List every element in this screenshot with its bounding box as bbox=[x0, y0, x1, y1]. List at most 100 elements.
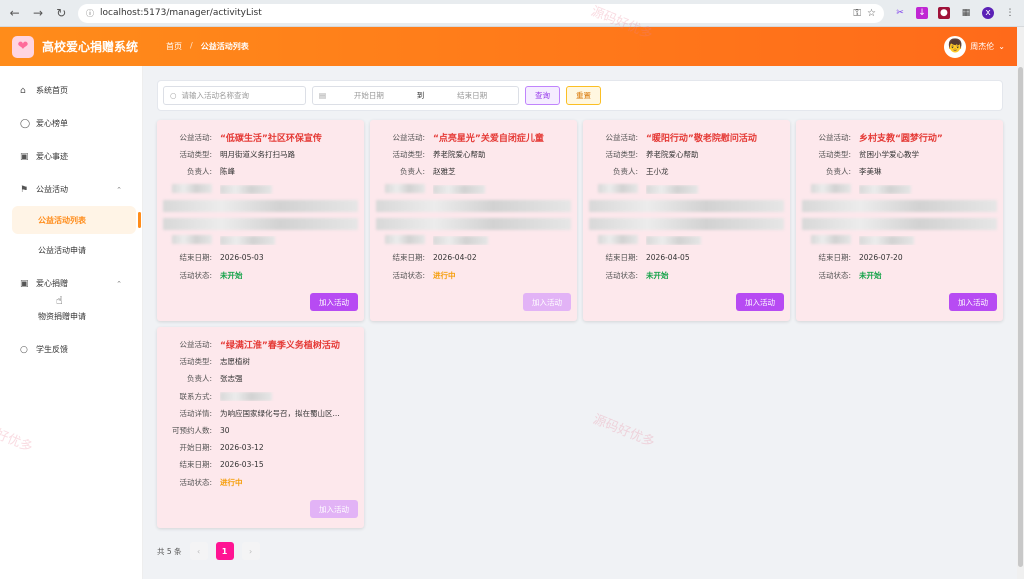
activity-detail: 为响应国家绿化号召，拟在蜀山区... bbox=[220, 408, 340, 418]
blurred-region bbox=[220, 236, 275, 246]
blurred-region bbox=[859, 184, 911, 194]
blurred-region bbox=[220, 391, 272, 401]
start-date-input[interactable]: 开始日期 bbox=[329, 90, 409, 101]
calendar-icon: ▤ bbox=[319, 91, 327, 100]
user-menu[interactable]: 👦 周杰伦 ⌄ bbox=[944, 35, 1005, 58]
site-info-icon[interactable]: ⓘ bbox=[86, 8, 94, 19]
sidebar-item-label: 学生反馈 bbox=[36, 345, 68, 354]
avatar[interactable]: 👦 bbox=[944, 35, 967, 58]
blurred-region bbox=[589, 200, 784, 213]
breadcrumb-current: 公益活动列表 bbox=[200, 42, 249, 51]
sidebar-item-label: 公益活动列表 bbox=[38, 215, 86, 225]
download-extension-icon[interactable]: ↓ bbox=[915, 7, 928, 19]
page-number-button[interactable]: 1 bbox=[215, 542, 234, 560]
activity-leader: 陈峰 bbox=[220, 167, 235, 177]
prev-page-button[interactable]: ‹ bbox=[189, 542, 208, 560]
blurred-region bbox=[589, 217, 784, 230]
flag-icon: ⚑ bbox=[20, 184, 29, 195]
user-name[interactable]: 周杰伦 bbox=[970, 41, 994, 52]
sidebar: ⌂ 系统首页 ◯ 爱心榜单 ▣ 爱心事迹 ⚑ 公益活动 ⌃ 公益活动列表 公益活动申请 ▣… bbox=[0, 66, 143, 579]
activity-end-date: 2026-04-05 bbox=[646, 253, 690, 263]
more-menu-icon[interactable]: ⋮ bbox=[1004, 7, 1016, 19]
activity-end-date: 2026-03-15 bbox=[220, 460, 264, 470]
end-date-input[interactable]: 结束日期 bbox=[432, 90, 512, 101]
blurred-region bbox=[163, 217, 358, 230]
field-label: 公益活动: bbox=[605, 133, 638, 143]
chat-icon: ○ bbox=[20, 344, 28, 355]
field-label: 可预约人数: bbox=[171, 426, 212, 436]
blurred-region bbox=[802, 217, 997, 230]
field-label: 活动类型: bbox=[392, 150, 425, 160]
page-scrollbar[interactable] bbox=[1017, 27, 1024, 579]
field-label: 活动类型: bbox=[605, 150, 638, 160]
field-label: 联系方式: bbox=[179, 391, 212, 401]
search-icon: ○ bbox=[170, 91, 177, 100]
query-button[interactable]: 查询 bbox=[525, 86, 560, 105]
field-label: 结束日期: bbox=[179, 460, 212, 470]
field-label: 活动详情: bbox=[179, 408, 212, 418]
sidebar-item-activity-list[interactable]: 公益活动列表 bbox=[12, 206, 141, 234]
date-range-picker[interactable]: ▤ 开始日期 到 结束日期 bbox=[312, 86, 519, 105]
sidebar-item-activity[interactable]: ⚑ 公益活动 ⌃ bbox=[0, 173, 142, 206]
blurred-label bbox=[163, 183, 220, 195]
field-label: 活动类型: bbox=[818, 150, 851, 160]
sidebar-item-home[interactable]: ⌂ 系统首页 bbox=[0, 74, 142, 107]
scrollbar-thumb[interactable] bbox=[1018, 67, 1023, 567]
sidebar-item-label: 爱心榜单 bbox=[36, 119, 68, 128]
sidebar-item-label: 公益活动 bbox=[36, 185, 68, 194]
field-label: 活动状态: bbox=[818, 270, 851, 280]
sidebar-item-stories[interactable]: ▣ 爱心事迹 bbox=[0, 140, 142, 173]
join-activity-button[interactable]: 加入活动 bbox=[523, 293, 571, 311]
reload-icon[interactable]: ↻ bbox=[55, 6, 68, 20]
join-activity-button[interactable]: 加入活动 bbox=[310, 293, 358, 311]
field-label: 活动状态: bbox=[392, 270, 425, 280]
activity-capacity: 30 bbox=[220, 426, 230, 436]
search-input[interactable]: ○ 请输入活动名称查询 bbox=[163, 86, 306, 105]
back-icon[interactable]: ← bbox=[8, 6, 21, 20]
field-label: 活动状态: bbox=[179, 477, 212, 487]
status-badge: 进行中 bbox=[220, 477, 243, 487]
reset-button[interactable]: 重置 bbox=[566, 86, 601, 105]
search-placeholder: 请输入活动名称查询 bbox=[181, 91, 250, 100]
next-page-button[interactable]: › bbox=[241, 542, 260, 560]
blurred-label bbox=[802, 183, 859, 195]
blurred-region bbox=[646, 184, 698, 194]
status-badge: 未开始 bbox=[646, 270, 669, 280]
key-icon[interactable]: ⚿ bbox=[853, 8, 861, 19]
hand-cursor-icon: ☝ bbox=[56, 294, 63, 307]
blurred-region bbox=[376, 200, 571, 213]
sidebar-item-activity-apply[interactable]: 公益活动申请 bbox=[0, 234, 142, 267]
total-count: 共 5 条 bbox=[157, 546, 182, 556]
box-icon: ▣ bbox=[20, 151, 29, 162]
status-badge: 未开始 bbox=[220, 270, 243, 280]
activity-leader: 王小龙 bbox=[646, 167, 669, 177]
blurred-region bbox=[433, 236, 488, 246]
chevron-down-icon[interactable]: ⌄ bbox=[998, 42, 1005, 51]
puzzle-extension-icon[interactable]: ▦ bbox=[960, 7, 972, 19]
chevron-up-icon: ⌃ bbox=[116, 279, 122, 288]
bookmark-star-icon[interactable]: ☆ bbox=[867, 8, 876, 19]
activity-leader: 张志强 bbox=[220, 374, 243, 384]
activity-end-date: 2026-04-02 bbox=[433, 253, 477, 263]
field-label: 结束日期: bbox=[605, 253, 638, 263]
activity-end-date: 2026-07-20 bbox=[859, 253, 903, 263]
sidebar-item-feedback[interactable]: ○ 学生反馈 bbox=[0, 333, 142, 366]
sidebar-item-goods-apply[interactable]: 物资捐赠申请 bbox=[0, 300, 142, 333]
activity-card: 公益活动: “点亮星光”关爱自闭症儿童 活动类型: 养老院爱心帮助 负责人: 赵雅芝 … bbox=[370, 120, 577, 321]
chevron-up-icon: ⌃ bbox=[116, 185, 122, 194]
house-icon: ⌂ bbox=[20, 85, 26, 96]
profile-extension-icon[interactable]: ● bbox=[937, 7, 950, 19]
sidebar-item-donation[interactable]: ▣ 爱心捐赠 ⌃ bbox=[0, 267, 142, 300]
breadcrumb-home[interactable]: 首页 bbox=[166, 41, 182, 52]
activity-leader: 李美琳 bbox=[859, 167, 882, 177]
activity-name: “暖阳行动”敬老院慰问活动 bbox=[646, 134, 757, 145]
sidebar-item-ranking[interactable]: ◯ 爱心榜单 bbox=[0, 107, 142, 140]
join-activity-button[interactable]: 加入活动 bbox=[736, 293, 784, 311]
blurred-label bbox=[802, 235, 859, 246]
join-activity-button[interactable]: 加入活动 bbox=[310, 500, 358, 518]
address-bar[interactable]: ⓘ localhost:5173/manager/activityList ⚿ … bbox=[77, 3, 884, 23]
scissors-extension-icon[interactable]: ✂ bbox=[894, 7, 906, 19]
join-activity-button[interactable]: 加入活动 bbox=[949, 293, 997, 311]
account-icon[interactable]: x bbox=[981, 7, 994, 19]
forward-icon[interactable]: → bbox=[31, 6, 44, 20]
